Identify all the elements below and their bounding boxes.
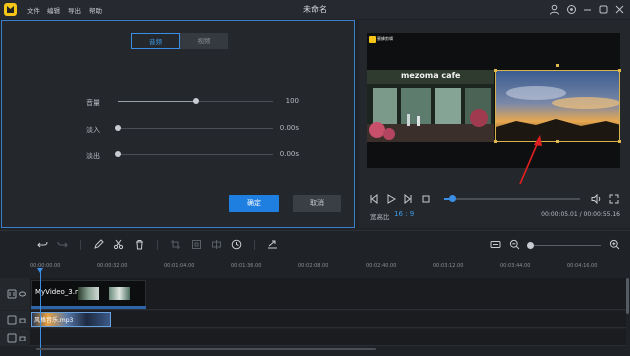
confirm-button[interactable]: 确定 [229, 195, 279, 212]
rotate-handle[interactable] [556, 64, 559, 67]
annotation-arrow-icon [519, 135, 542, 185]
video-track-icon [7, 289, 17, 299]
tab-audio[interactable]: 音频 [131, 33, 180, 49]
volume-label: 音量 [86, 99, 100, 107]
volume-slider-handle[interactable] [192, 98, 199, 104]
crop-icon[interactable] [170, 239, 181, 250]
bg-clip[interactable]: 风格音乐.mp3 [31, 312, 111, 327]
next-frame-icon[interactable] [403, 193, 413, 206]
delete-icon[interactable] [134, 239, 145, 250]
aspect-ratio-select[interactable]: 16 : 9 [394, 210, 414, 218]
fade-in-label: 淡入 [86, 126, 100, 134]
ruler-tick-label: 00:01:04.00 [164, 263, 195, 269]
fade-out-label: 淡出 [86, 152, 100, 160]
preview-panel: 蜜蜂剪辑 mezoma cafe 宽高比 16: 9 00:00:05.01 … [359, 20, 630, 228]
fit-timeline-icon[interactable] [490, 239, 501, 250]
extra-track[interactable] [30, 329, 626, 346]
volume-slider-fill [118, 101, 196, 102]
zoom-slider-handle[interactable] [527, 242, 534, 249]
play-icon[interactable] [386, 194, 397, 206]
horizontal-scrollbar[interactable] [36, 348, 376, 350]
watermark-logo-icon [369, 36, 376, 43]
ruler-tick-label: 00:03:44.00 [500, 263, 531, 269]
cancel-button[interactable]: 取消 [293, 195, 341, 212]
fade-out-slider-handle[interactable] [115, 151, 121, 157]
maximize-icon[interactable] [597, 3, 610, 16]
zoom-slider-track[interactable] [531, 245, 601, 246]
fullscreen-icon[interactable] [609, 194, 619, 206]
ruler-tick-label: 00:01:36.00 [231, 263, 262, 269]
fade-out-slider-track[interactable] [118, 154, 273, 155]
resize-handle[interactable] [494, 69, 497, 72]
toolbar-divider [254, 240, 255, 250]
vertical-scrollbar[interactable] [626, 278, 629, 314]
toolbar-divider [157, 240, 158, 250]
volume-icon[interactable] [591, 193, 602, 206]
fade-in-slider-track[interactable] [118, 128, 273, 129]
zoom-region-icon[interactable] [191, 239, 202, 250]
total-time: 00:00:55.16 [583, 211, 621, 218]
resize-handle[interactable] [618, 69, 621, 72]
track-visibility-icon[interactable] [19, 291, 26, 297]
export-share-icon[interactable] [267, 239, 278, 250]
minimize-icon[interactable] [581, 3, 594, 16]
current-time: 00:00:05.01 [541, 211, 578, 218]
bg-track-icon [7, 315, 17, 325]
stop-icon[interactable] [421, 194, 431, 206]
prev-frame-icon[interactable] [369, 193, 379, 206]
user-icon[interactable] [548, 3, 561, 16]
aspect-ratio-label: 宽高比 [370, 213, 390, 221]
volume-value: 100 [285, 97, 299, 105]
cafe-video-frame: mezoma cafe [367, 70, 494, 142]
audio-settings-panel: 音频 视频 音量 100 淡入 0.00s 淡出 0.00s 确定 取消 [1, 20, 355, 228]
resize-handle[interactable] [556, 140, 559, 143]
fade-out-value: 0.00s [279, 150, 299, 158]
clip-audio-bar [31, 306, 146, 309]
clip-thumbnail [78, 287, 99, 300]
ruler-tick-label: 00:02:08.00 [298, 263, 329, 269]
playhead[interactable] [40, 270, 41, 356]
ruler-tick-label: 00:03:12.00 [433, 263, 464, 269]
ruler-tick-label: 00:02:40.00 [366, 263, 397, 269]
close-icon[interactable] [613, 3, 626, 16]
audio-track-header [0, 311, 30, 328]
preview-screen: 蜜蜂剪辑 mezoma cafe [367, 33, 621, 168]
video-clip[interactable]: MyVideo_3.mp4 [31, 280, 146, 308]
scissors-icon[interactable] [113, 239, 124, 250]
zoom-out-icon[interactable] [509, 239, 520, 250]
time-readout: 00:00:05.01 / 00:00:55.16 [541, 211, 620, 218]
extra-track-header [0, 329, 30, 346]
clip-thumbnail [109, 287, 130, 300]
tab-video[interactable]: 视频 [180, 33, 228, 49]
resize-handle[interactable] [494, 140, 497, 143]
video-track-header [0, 278, 30, 310]
ruler-tick-label: 00:04:16.00 [567, 263, 598, 269]
playhead-marker-icon[interactable] [37, 268, 43, 273]
duration-icon[interactable] [231, 239, 242, 250]
ruler-tick-label: 00:00:32.00 [97, 263, 128, 269]
mosaic-icon[interactable] [211, 239, 222, 250]
track-icon [7, 333, 17, 343]
window-title: 未命名 [303, 5, 327, 14]
resize-handle[interactable] [618, 140, 621, 143]
pencil-icon[interactable] [93, 239, 104, 250]
ruler-tick-label: 00:00:00.00 [30, 263, 61, 269]
zoom-in-icon[interactable] [609, 239, 620, 250]
undo-icon[interactable] [37, 239, 48, 250]
seek-bar[interactable] [444, 198, 580, 200]
redo-icon[interactable] [57, 239, 68, 250]
watermark-text: 蜜蜂剪辑 [377, 36, 393, 41]
cafe-sign-text: mezoma cafe [401, 71, 461, 80]
track-lock-icon[interactable] [19, 317, 26, 323]
seek-bar-handle[interactable] [449, 195, 457, 202]
fade-in-slider-handle[interactable] [115, 125, 121, 131]
toolbar-divider [80, 240, 81, 250]
bg-track[interactable] [30, 311, 626, 328]
settings-icon[interactable] [565, 3, 578, 16]
fade-in-value: 0.00s [279, 124, 299, 132]
track-lock-icon[interactable] [19, 335, 26, 341]
